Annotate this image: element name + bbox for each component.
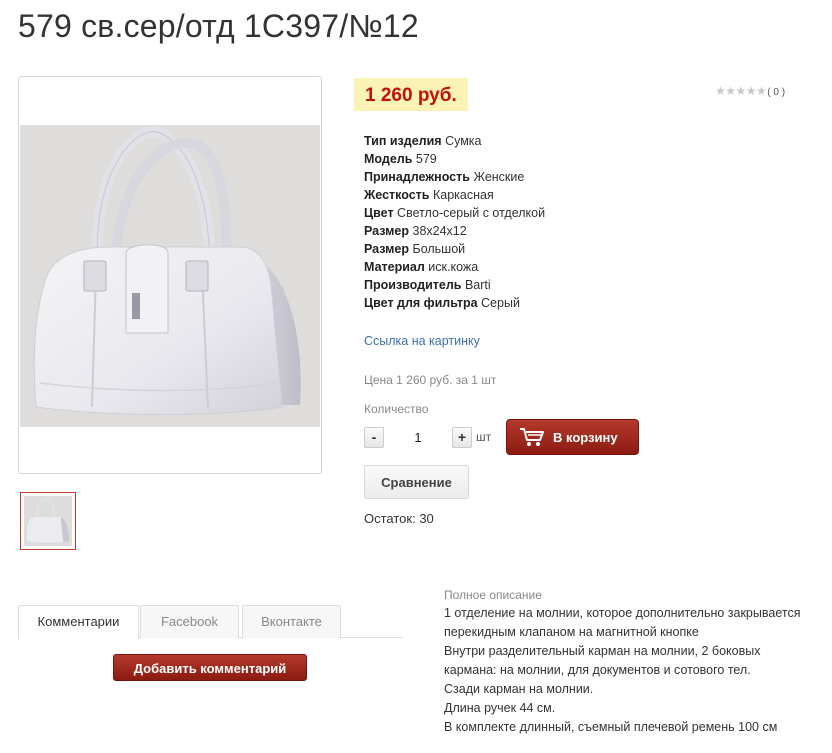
quantity-decrease-button[interactable]: -: [364, 427, 384, 448]
property-value: иск.кожа: [428, 260, 479, 274]
property-key: Тип изделия: [364, 134, 442, 148]
property-key: Цвет для фильтра: [364, 296, 478, 310]
comments-tabs: Комментарии Facebook Вконтакте: [18, 601, 403, 639]
property-row: Жесткость Каркасная: [364, 186, 664, 204]
add-comment-button[interactable]: Добавить комментарий: [113, 654, 307, 681]
property-row: Материал иск.кожа: [364, 258, 664, 276]
property-value: 38x24x12: [412, 224, 467, 238]
property-key: Размер: [364, 242, 410, 256]
property-row: Размер Большой: [364, 240, 664, 258]
price-badge: 1 260 руб.: [354, 78, 468, 111]
price-per-unit: Цена 1 260 руб. за 1 шт: [364, 373, 497, 387]
property-key: Модель: [364, 152, 413, 166]
property-value: Большой: [412, 242, 466, 256]
add-to-cart-button[interactable]: В корзину: [506, 419, 639, 455]
property-row: Размер 38x24x12: [364, 222, 664, 240]
property-key: Жесткость: [364, 188, 430, 202]
description-line: В комплекте длинный, съемный плечевой ре…: [444, 720, 778, 734]
property-row: Производитель Barti: [364, 276, 664, 294]
description-line: перекидным клапаном на магнитной кнопке: [444, 625, 699, 639]
product-image[interactable]: [20, 125, 320, 427]
property-key: Материал: [364, 260, 425, 274]
property-value: Barti: [464, 278, 491, 292]
property-key: Принадлежность: [364, 170, 470, 184]
product-properties: Тип изделия Сумка Модель 579 Принадлежно…: [364, 132, 664, 312]
property-row: Цвет Светло-серый с отделкой: [364, 204, 664, 222]
compare-button[interactable]: Сравнение: [364, 465, 469, 499]
quantity-increase-button[interactable]: +: [452, 427, 472, 448]
property-row: Тип изделия Сумка: [364, 132, 664, 150]
property-value: 579: [415, 152, 437, 166]
stock-status: Остаток: 30: [364, 511, 434, 526]
description-line: Сзади карман на молнии.: [444, 682, 594, 696]
product-thumbnail[interactable]: [20, 492, 76, 550]
quantity-unit: шт: [476, 430, 492, 444]
image-link[interactable]: Ссылка на картинку: [364, 334, 480, 348]
description-line: Длина ручек 44 см.: [444, 701, 556, 715]
property-key: Производитель: [364, 278, 462, 292]
cart-icon: [520, 428, 544, 446]
description-line: 1 отделение на молнии, которое дополните…: [444, 606, 801, 620]
property-key: Цвет: [364, 206, 394, 220]
tab-vkontakte[interactable]: Вконтакте: [242, 605, 341, 638]
quantity-label: Количество: [364, 402, 429, 416]
description-title: Полное описание: [444, 588, 542, 602]
quantity-input[interactable]: [389, 427, 447, 448]
property-value: Сумка: [445, 134, 482, 148]
description-line: кармана: на молнии, для документов и сот…: [444, 663, 751, 677]
rating-count: ( 0 ): [767, 87, 786, 98]
page-title: 579 св.сер/отд 1С397/№12: [18, 8, 419, 44]
property-value: Каркасная: [432, 188, 494, 202]
property-row: Модель 579: [364, 150, 664, 168]
tab-facebook[interactable]: Facebook: [140, 605, 239, 638]
tab-comments[interactable]: Комментарии: [18, 605, 139, 639]
property-value: Светло-серый с отделкой: [397, 206, 546, 220]
rating[interactable]: ★★★★★( 0 ): [715, 84, 785, 98]
property-row: Принадлежность Женские: [364, 168, 664, 186]
property-value: Серый: [481, 296, 520, 310]
full-description: Полное описание 1 отделение на молнии, к…: [444, 586, 832, 737]
rating-stars-icon[interactable]: ★★★★★: [715, 84, 767, 98]
property-value: Женские: [473, 170, 525, 184]
property-row: Цвет для фильтра Серый: [364, 294, 664, 312]
property-key: Размер: [364, 224, 410, 238]
description-line: Внутри разделительный карман на молнии, …: [444, 644, 761, 658]
add-to-cart-label: В корзину: [553, 429, 618, 445]
product-image-frame[interactable]: [18, 76, 322, 474]
